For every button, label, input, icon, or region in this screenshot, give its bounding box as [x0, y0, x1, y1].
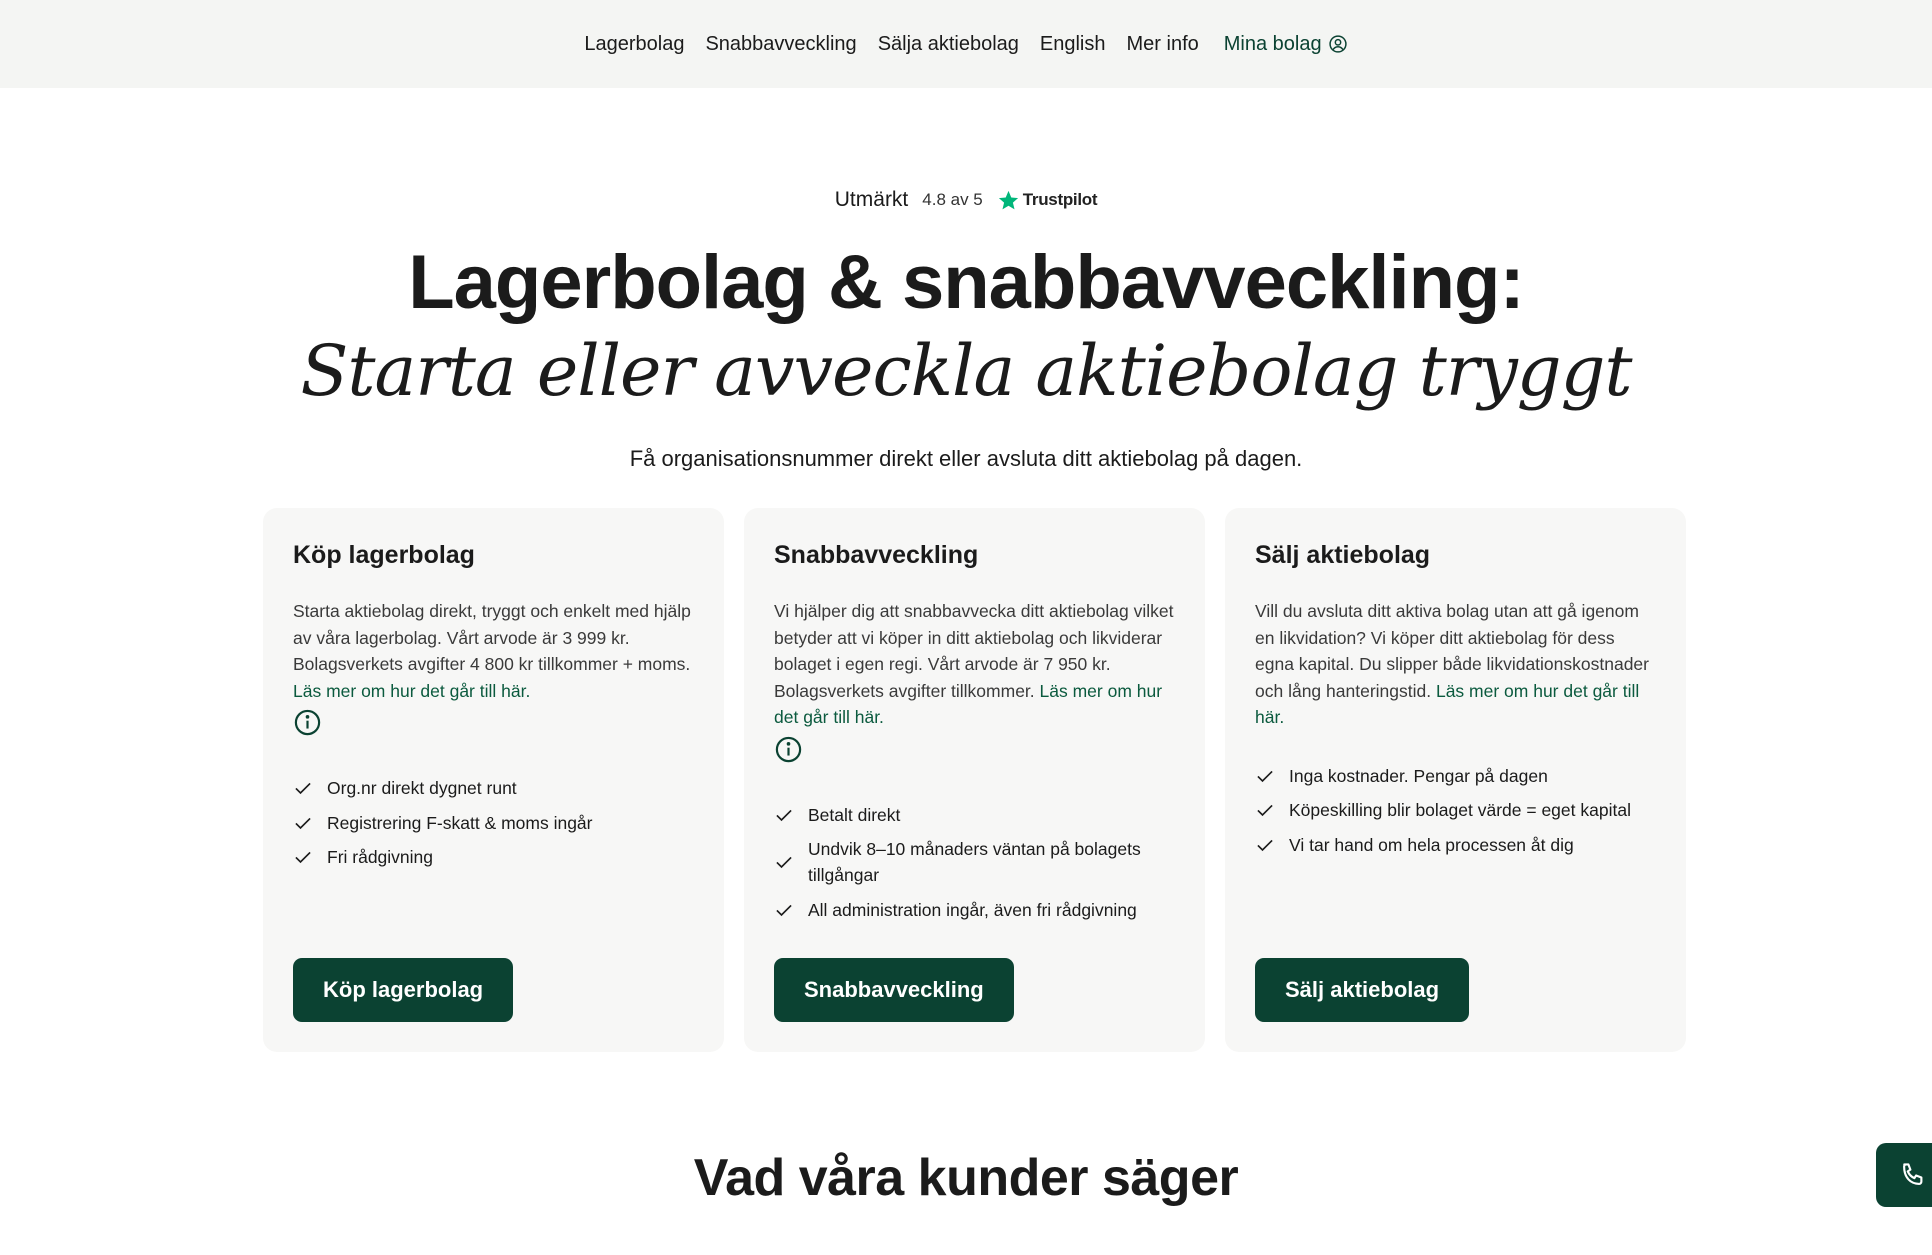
rating-word: Utmärkt [834, 188, 909, 211]
check-icon [774, 897, 794, 923]
feature-item: Registrering F-skatt & moms ingår [293, 810, 694, 836]
feature-item: Betalt direkt [774, 802, 1175, 828]
trustpilot-brand: Trustpilot [1022, 190, 1098, 209]
check-icon [1255, 797, 1275, 823]
nav-item-lagerbolag[interactable]: Lagerbolag [584, 33, 684, 56]
check-icon [293, 775, 313, 801]
check-icon [1255, 763, 1275, 789]
card-snabbavveckling: Snabbavveckling Vi hjälper dig att snabb… [744, 508, 1205, 1052]
reviews-heading: Vad våra kunder säger [693, 1149, 1239, 1207]
check-icon [774, 802, 794, 828]
lead-text: Få organisationsnummer direkt eller avsl… [629, 446, 1303, 471]
check-icon [774, 836, 794, 888]
nav-item-mer-info[interactable]: Mer info [1127, 33, 1199, 56]
card-kop-lagerbolag: Köp lagerbolag Starta aktiebolag direkt,… [263, 508, 724, 1052]
card-salj-aktiebolag: Sälj aktiebolag Vill du avsluta ditt akt… [1225, 508, 1686, 1052]
top-navigation-bar: Lagerbolag Snabbavveckling Sälja aktiebo… [0, 0, 1932, 88]
page-subtitle: Starta eller avveckla aktiebolag tryggt [300, 330, 1632, 412]
feature-item: All administration ingår, även fri rådgi… [774, 897, 1175, 923]
card-title: Sälj aktiebolag [1255, 541, 1431, 569]
feature-text: Registrering F-skatt & moms ingår [327, 812, 593, 833]
feature-text: Org.nr direkt dygnet runt [327, 778, 517, 798]
user-circle-icon [1328, 35, 1347, 53]
salj-aktiebolag-button[interactable]: Sälj aktiebolag [1255, 958, 1470, 1022]
mina-bolag-link[interactable]: Mina bolag [1224, 33, 1348, 56]
mina-bolag-label: Mina bolag [1223, 32, 1322, 55]
feature-text: Inga kostnader. Pengar på dagen [1289, 765, 1548, 786]
call-button[interactable] [1876, 1143, 1932, 1207]
feature-item: Undvik 8–10 månaders väntan på bolagets … [774, 836, 1175, 888]
check-icon [1255, 832, 1275, 858]
feature-text: Undvik 8–10 månaders väntan på bolagets … [808, 839, 1141, 885]
card-title: Köp lagerbolag [293, 541, 475, 569]
main-nav: Lagerbolag Snabbavveckling Sälja aktiebo… [584, 33, 1347, 56]
feature-list: Inga kostnader. Pengar på dagen Köpeskil… [1255, 763, 1656, 858]
kop-lagerbolag-button[interactable]: Köp lagerbolag [293, 958, 514, 1022]
rating-score: 4.8 av 5 [922, 190, 983, 209]
page-title: Lagerbolag & snabbavveckling: [408, 240, 1525, 325]
nav-item-snabbavveckling[interactable]: Snabbavveckling [705, 33, 856, 56]
feature-item: Org.nr direkt dygnet runt [293, 775, 694, 801]
feature-item: Köpeskilling blir bolaget värde = eget k… [1255, 797, 1656, 823]
trustpilot-rating[interactable]: Utmärkt 4.8 av 5 Trustpilot [0, 188, 1932, 212]
star-icon [998, 190, 1018, 209]
feature-text: Vi tar hand om hela processen åt dig [1289, 834, 1574, 855]
phone-icon [1903, 1163, 1923, 1185]
feature-list: Betalt direkt Undvik 8–10 månaders vänta… [774, 802, 1175, 923]
nav-item-salja-aktiebolag[interactable]: Sälja aktiebolag [878, 33, 1019, 56]
card-title: Snabbavveckling [774, 541, 979, 569]
check-icon [293, 844, 313, 870]
card-description: Vi hjälper dig att snabbavvecka ditt akt… [774, 598, 1175, 731]
feature-text: Köpeskilling blir bolaget värde = eget k… [1289, 800, 1631, 820]
snabbavveckling-button[interactable]: Snabbavveckling [774, 958, 1014, 1022]
feature-item: Inga kostnader. Pengar på dagen [1255, 763, 1656, 789]
info-icon[interactable] [774, 735, 803, 764]
feature-text: Fri rådgivning [327, 847, 434, 867]
card-description: Starta aktiebolag direkt, tryggt och enk… [293, 598, 694, 704]
service-cards: Köp lagerbolag Starta aktiebolag direkt,… [263, 508, 1686, 1052]
feature-item: Fri rådgivning [293, 844, 694, 870]
trustpilot-logo: Trustpilot [997, 189, 1098, 212]
feature-list: Org.nr direkt dygnet runt Registrering F… [293, 775, 694, 870]
card-description: Vill du avsluta ditt aktiva bolag utan a… [1255, 598, 1656, 731]
feature-text: Betalt direkt [808, 804, 901, 825]
feature-text: All administration ingår, även fri rådgi… [808, 899, 1137, 920]
feature-item: Vi tar hand om hela processen åt dig [1255, 832, 1656, 858]
card-text: Starta aktiebolag direkt, tryggt och enk… [293, 601, 691, 674]
read-more-link[interactable]: Läs mer om hur det går till här. [293, 681, 530, 701]
check-icon [293, 810, 313, 836]
nav-item-english[interactable]: English [1040, 33, 1106, 56]
info-icon[interactable] [293, 708, 322, 737]
